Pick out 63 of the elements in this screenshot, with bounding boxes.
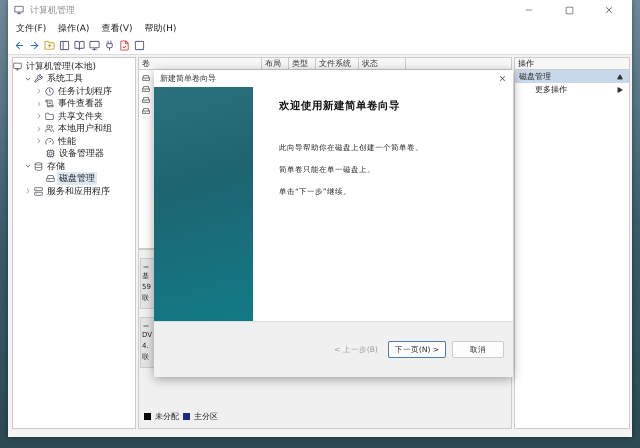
tree-item[interactable]: 事件查看器 [56,97,105,110]
book-icon[interactable] [74,40,85,50]
tree-item[interactable]: 任务计划程序 [56,84,114,98]
legend-label: 未分配 [155,411,179,422]
column-header[interactable]: 布局 [262,58,289,69]
menu-item[interactable]: 查看(V) [101,22,133,34]
menu-item[interactable]: 文件(F) [16,22,46,34]
volume-icon [142,74,150,82]
storage-icon [34,162,43,171]
maximize-icon[interactable] [564,6,574,14]
action-item[interactable]: 更多操作 [515,83,629,96]
expand-chevron-icon[interactable] [35,112,43,120]
window-icon[interactable] [134,40,145,50]
users-icon [45,124,54,134]
volume-icon [142,107,150,115]
gauge-icon [45,136,54,146]
expand-chevron-icon[interactable] [35,100,43,108]
column-header[interactable]: 类型 [289,58,316,69]
expand-chevron-icon[interactable] [24,187,32,196]
plug-icon[interactable] [104,40,115,50]
close-icon[interactable] [498,74,507,83]
action-item[interactable]: 磁盘管理 [515,70,629,83]
legend-label: 主分区 [194,411,218,422]
chip-icon [46,149,55,158]
expand-chevron-icon[interactable] [35,137,43,146]
app-icon [14,5,24,15]
log-icon [45,99,54,108]
tree-item[interactable]: 计算机管理(本地) [24,60,98,73]
forward-arrow-icon[interactable] [29,40,40,50]
tree-item[interactable]: 设备管理器 [57,147,106,160]
tree-item[interactable]: 服务和应用程序 [45,184,112,198]
expand-chevron-icon[interactable] [35,124,43,133]
column-header[interactable]: 状态 [359,58,406,69]
clock-icon [45,86,54,96]
panel-icon[interactable] [59,40,70,50]
tree-item[interactable]: 系统工具 [45,72,85,86]
menu-item[interactable]: 帮助(H) [144,22,176,34]
triangle-up-icon [617,74,623,80]
column-header[interactable]: 卷 [139,58,262,69]
window-title: 计算机管理 [30,4,76,16]
monitor-icon[interactable] [89,40,100,50]
actions-header: 操作 [515,58,629,70]
document-check-icon[interactable] [119,40,130,50]
close-icon[interactable] [604,5,614,15]
column-header[interactable]: 文件系统 [316,58,359,69]
tree-item[interactable]: 本地用户和组 [56,122,114,136]
server-icon [34,186,43,196]
back-arrow-icon[interactable] [14,40,25,50]
volume-icon [142,96,150,104]
folder-icon [45,112,54,121]
tree-item[interactable]: 磁盘管理 [57,172,97,186]
tree-item[interactable]: 共享文件夹 [56,110,105,123]
tree-item[interactable]: 性能 [56,134,78,148]
wizard-heading: 欢迎使用新建简单卷向导 [279,99,401,113]
disk-drive-icon [46,174,55,184]
tree-item[interactable]: 存储 [45,160,67,173]
menu-item[interactable]: 操作(A) [58,22,90,34]
volume-icon [142,85,150,93]
dialog-title: 新建简单卷向导 [160,73,217,84]
computer-icon [13,62,22,71]
wrench-icon [34,74,43,84]
expand-chevron-icon[interactable] [35,87,43,96]
triangle-right-icon [617,86,623,92]
